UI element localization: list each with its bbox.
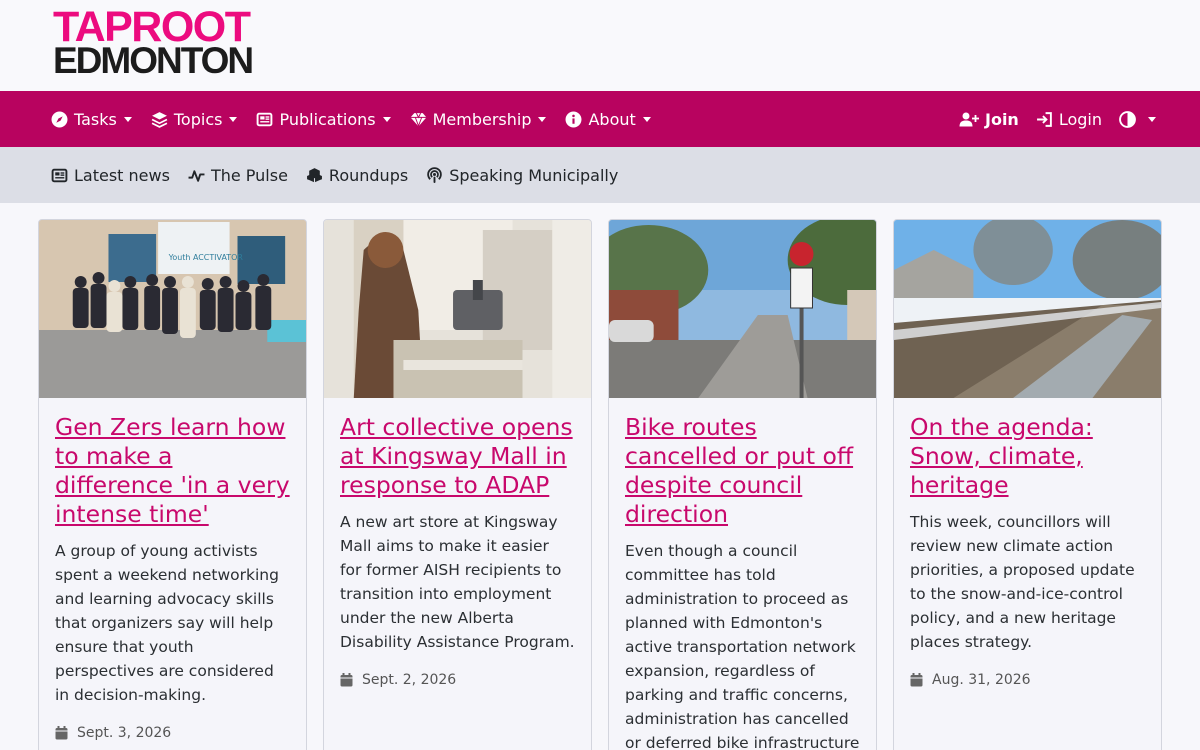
layers-icon [151,111,168,128]
story-date: Aug. 31, 2026 [910,672,1145,688]
subnav-the-pulse-label: The Pulse [210,165,288,185]
story-date-text: Aug. 31, 2026 [932,672,1031,688]
newspaper-icon [256,111,273,128]
calendar-icon [340,673,353,687]
nav-tasks-label: Tasks [74,109,117,129]
main-navigation: Tasks Topics Publications Membership Abo… [0,91,1200,147]
gem-icon [410,111,427,128]
join-button[interactable]: Join [959,110,1019,129]
nav-topics-label: Topics [173,109,223,129]
slide-text: Youth ACCTIVATOR [168,253,244,262]
story-headline: Bike routes cancelled or put off despite… [625,413,860,529]
story-card: On the agenda: Snow, climate, heritage T… [893,219,1162,750]
subnav-speaking-municipally-label: Speaking Municipally [449,165,619,185]
login-button[interactable]: Login [1036,110,1102,129]
logo-line-2: EDMONTON [53,40,254,81]
subnav-latest-news-label: Latest news [74,165,170,185]
chevron-down-icon [123,116,132,122]
story-summary: A new art store at Kingsway Mall aims to… [340,513,575,651]
contrast-icon [1119,110,1136,128]
story-summary: This week, councillors will review new c… [910,513,1135,651]
masthead: TAPROOT EDMONTON [0,0,1200,91]
story-date-text: Sept. 2, 2026 [362,672,457,688]
story-headline: Art collective opens at Kingsway Mall in… [340,413,575,500]
compass-icon [51,111,68,128]
story-headline-link[interactable]: Gen Zers learn how to make a difference … [55,413,290,528]
chevron-down-icon [1148,116,1156,122]
nav-account: Join Login [959,110,1156,129]
chevron-down-icon [229,116,238,122]
subnav-the-pulse[interactable]: The Pulse [188,166,288,185]
nav-publications-label: Publications [279,109,376,129]
story-summary: A group of young activists spent a weeke… [55,542,279,704]
logo-line-1: TAPROOT [53,3,251,51]
join-label: Join [985,109,1019,129]
subnav-roundups-label: Roundups [328,165,409,185]
story-summary: Even though a council committee has told… [625,542,860,750]
subnav-roundups[interactable]: Roundups [306,166,408,185]
story-headline: Gen Zers learn how to make a difference … [55,413,290,529]
calendar-icon [55,726,68,740]
secondary-navigation: Latest news The Pulse Roundups Speaking … [0,147,1200,203]
nav-about[interactable]: About [565,109,651,129]
chevron-down-icon [382,116,391,122]
user-plus-icon [959,111,979,128]
podcast-icon [426,166,443,184]
nav-membership-label: Membership [432,109,532,129]
pulse-icon [188,167,205,184]
login-icon [1036,111,1053,128]
nav-tasks[interactable]: Tasks [51,110,132,129]
story-image-snowy-street[interactable] [894,220,1161,398]
story-image-youth-group[interactable]: Youth ACCTIVATOR [39,220,306,398]
story-headline-link[interactable]: Bike routes cancelled or put off despite… [625,413,853,528]
login-label: Login [1058,109,1102,129]
newspaper-icon [51,167,68,184]
story-card: Art collective opens at Kingsway Mall in… [323,219,592,750]
story-image-art-store[interactable] [324,220,591,398]
chevron-down-icon [538,116,547,122]
subnav-latest-news[interactable]: Latest news [51,166,170,185]
chevron-down-icon [642,116,651,122]
story-card: Youth ACCTIVATOR Gen Zers learn how to m… [38,219,307,750]
story-date: Sept. 3, 2026 [55,725,290,741]
cubes-icon [306,167,323,184]
story-image-bike-route[interactable] [609,220,876,398]
nav-membership[interactable]: Membership [410,110,547,129]
theme-toggle[interactable] [1119,110,1156,128]
site-logo[interactable]: TAPROOT EDMONTON [53,3,254,81]
nav-about-label: About [588,109,636,129]
subnav-speaking-municipally[interactable]: Speaking Municipally [426,166,618,185]
story-date-text: Sept. 3, 2026 [77,725,172,741]
story-headline-link[interactable]: Art collective opens at Kingsway Mall in… [340,413,573,499]
story-headline: On the agenda: Snow, climate, heritage [910,413,1145,500]
calendar-icon [910,673,923,687]
story-headline-link[interactable]: On the agenda: Snow, climate, heritage [910,413,1093,499]
story-date: Sept. 2, 2026 [340,672,575,688]
story-card: Bike routes cancelled or put off despite… [608,219,877,750]
nav-publications[interactable]: Publications [256,109,391,129]
nav-topics[interactable]: Topics [151,110,238,129]
info-icon [565,111,582,128]
